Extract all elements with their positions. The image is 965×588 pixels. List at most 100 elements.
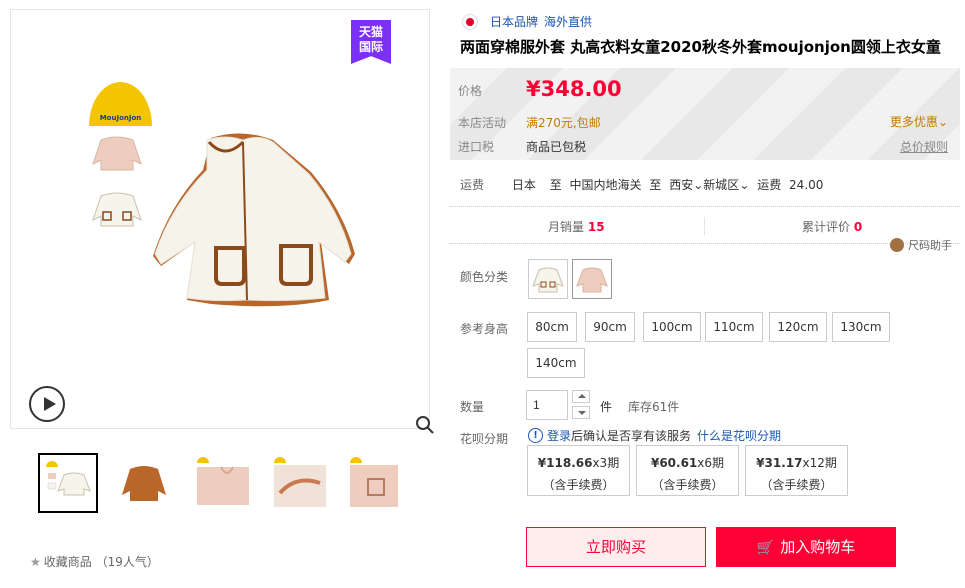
- thumbnail-5[interactable]: [346, 453, 406, 513]
- promo-label: 本店活动: [458, 116, 507, 130]
- ruler-icon: [890, 238, 904, 252]
- size-option-100[interactable]: 100cm: [643, 312, 701, 342]
- quantity-increase-button[interactable]: [572, 390, 590, 403]
- product-title: 两面穿棉服外套 丸高衣料女童2020秋冬外套moujonjon圆领上衣女童: [460, 38, 941, 56]
- installment-amount: ¥31.17x12期: [746, 454, 847, 471]
- color-label: 颜色分类: [460, 270, 509, 284]
- size-option-120[interactable]: 120cm: [769, 312, 827, 342]
- favorite-count: （19人气）: [95, 555, 159, 569]
- installment-amount: ¥118.66x3期: [528, 454, 629, 471]
- installment-fee: （含手续费）: [651, 478, 724, 492]
- size-option-90[interactable]: 90cm: [585, 312, 635, 342]
- stock-count: 库存61件: [628, 400, 680, 414]
- info-icon: !: [528, 428, 543, 443]
- monthly-sales: 月销量 15: [548, 218, 605, 235]
- thumbnail-4-image: [274, 457, 326, 507]
- size-helper-label: 尺码助手: [908, 239, 952, 252]
- total-reviews-value: 0: [853, 220, 863, 234]
- color-option-pink[interactable]: [572, 259, 612, 299]
- tax-label: 进口税: [458, 140, 495, 154]
- favorite-label: 收藏商品: [43, 555, 92, 569]
- monthly-sales-value: 15: [587, 220, 605, 234]
- quantity-unit: 件: [600, 400, 613, 414]
- size-option-130[interactable]: 130cm: [832, 312, 890, 342]
- origin-tag[interactable]: 海外直供: [544, 13, 592, 30]
- tax-rule-link[interactable]: 总价规则: [900, 138, 948, 155]
- favorite-product[interactable]: ★ 收藏商品 （19人气）: [30, 553, 159, 570]
- color-option-white-image: [532, 267, 564, 293]
- more-promo-button[interactable]: 更多优惠⌄: [890, 113, 948, 130]
- huabei-label: 花呗分期: [460, 432, 509, 446]
- size-option-80[interactable]: 80cm: [527, 312, 577, 342]
- chevron-down-icon: ⌄: [937, 115, 948, 129]
- add-to-cart-label: 加入购物车: [780, 538, 856, 556]
- promo-text: 满270元,包邮: [526, 116, 601, 130]
- more-promo-label: 更多优惠: [889, 115, 938, 129]
- color-option-white[interactable]: [528, 259, 568, 299]
- shipping-fee-label: 运费: [757, 178, 782, 192]
- installment-option-3[interactable]: ¥118.66x3期 （含手续费）: [527, 445, 630, 496]
- thumbnail-3[interactable]: [193, 453, 253, 513]
- thumbnail-2-image: [122, 466, 166, 501]
- thumbnail-5-image: [350, 457, 398, 507]
- installment-price: ¥31.17: [756, 456, 803, 470]
- thumbnail-1-image: [46, 461, 91, 496]
- monthly-sales-label: 月销量: [548, 220, 585, 234]
- height-label: 参考身高: [460, 322, 509, 336]
- price-value: ¥348.00: [526, 77, 622, 101]
- thumbnail-2[interactable]: [114, 453, 174, 513]
- zoom-icon[interactable]: [415, 415, 435, 435]
- color-option-pink-image: [576, 267, 608, 293]
- thumbnail-3-image: [197, 457, 249, 505]
- sales-stats: 月销量 15 累计评价 0: [450, 206, 960, 244]
- installment-price: ¥60.61: [650, 456, 698, 470]
- star-icon: ★: [30, 555, 41, 569]
- origin-country[interactable]: 日本品牌: [490, 13, 538, 30]
- shipping-fee: 24.00: [789, 178, 824, 192]
- badge-line-2: 国际: [358, 40, 383, 54]
- mini-thumb-white: [92, 192, 142, 227]
- japan-flag-icon: [462, 13, 478, 30]
- size-option-140[interactable]: 140cm: [527, 348, 585, 378]
- huabei-note-text: 后确认是否享有该服务: [571, 429, 692, 443]
- installment-fee: （含手续费）: [542, 478, 615, 492]
- origin-line: 日本品牌 海外直供: [462, 13, 598, 30]
- add-to-cart-button[interactable]: 🛒 加入购物车: [716, 527, 896, 567]
- district-select[interactable]: 新城区⌄: [703, 178, 749, 192]
- main-product-image[interactable]: 天猫 国际 MouJonJon: [10, 9, 434, 434]
- shipping-row: 运费 日本 至 中国内地海关 至 西安⌄新城区⌄ 运费 24.00: [460, 176, 823, 193]
- installment-option-6[interactable]: ¥60.61x6期 （含手续费）: [636, 445, 739, 496]
- buy-now-button[interactable]: 立即购买: [526, 527, 706, 567]
- thumbnail-4[interactable]: [270, 453, 330, 513]
- quantity-label: 数量: [460, 400, 485, 414]
- city-select[interactable]: 西安⌄: [669, 178, 703, 192]
- thumbnail-1[interactable]: [38, 453, 98, 513]
- jacket-image: [153, 133, 355, 307]
- stats-divider: [704, 217, 705, 235]
- quantity-input[interactable]: [526, 390, 568, 420]
- shipping-label: 运费: [460, 178, 485, 192]
- total-reviews[interactable]: 累计评价 0: [802, 218, 862, 235]
- price-box: 价格 ¥348.00 本店活动 满270元,包邮 更多优惠⌄ 进口税 商品已包税…: [450, 68, 960, 160]
- what-is-huabei-link[interactable]: 什么是花呗分期: [697, 427, 781, 444]
- size-helper-button[interactable]: 尺码助手: [890, 237, 952, 253]
- tax-text: 商品已包税: [526, 140, 587, 154]
- svg-text:MouJonJon: MouJonJon: [100, 114, 142, 122]
- brand-logo: MouJonJon: [89, 82, 152, 126]
- city-value: 西安: [669, 178, 694, 192]
- ship-to-prefix: 至: [549, 178, 562, 192]
- play-video-button[interactable]: [29, 386, 65, 422]
- district-value: 新城区: [703, 178, 740, 192]
- login-link[interactable]: 登录: [547, 427, 571, 444]
- badge-line-1: 天猫: [358, 25, 383, 39]
- chevron-down-icon: ⌄: [693, 178, 704, 192]
- chevron-down-icon: ⌄: [739, 178, 750, 192]
- installment-period: x12期: [802, 456, 837, 470]
- installment-amount: ¥60.61x6期: [637, 454, 738, 471]
- quantity-decrease-button[interactable]: [572, 406, 590, 419]
- price-label: 价格: [458, 84, 483, 98]
- installment-option-12[interactable]: ¥31.17x12期 （含手续费）: [745, 445, 848, 496]
- cart-icon: 🛒: [756, 540, 775, 556]
- installment-price: ¥118.66: [537, 456, 593, 470]
- size-option-110[interactable]: 110cm: [705, 312, 763, 342]
